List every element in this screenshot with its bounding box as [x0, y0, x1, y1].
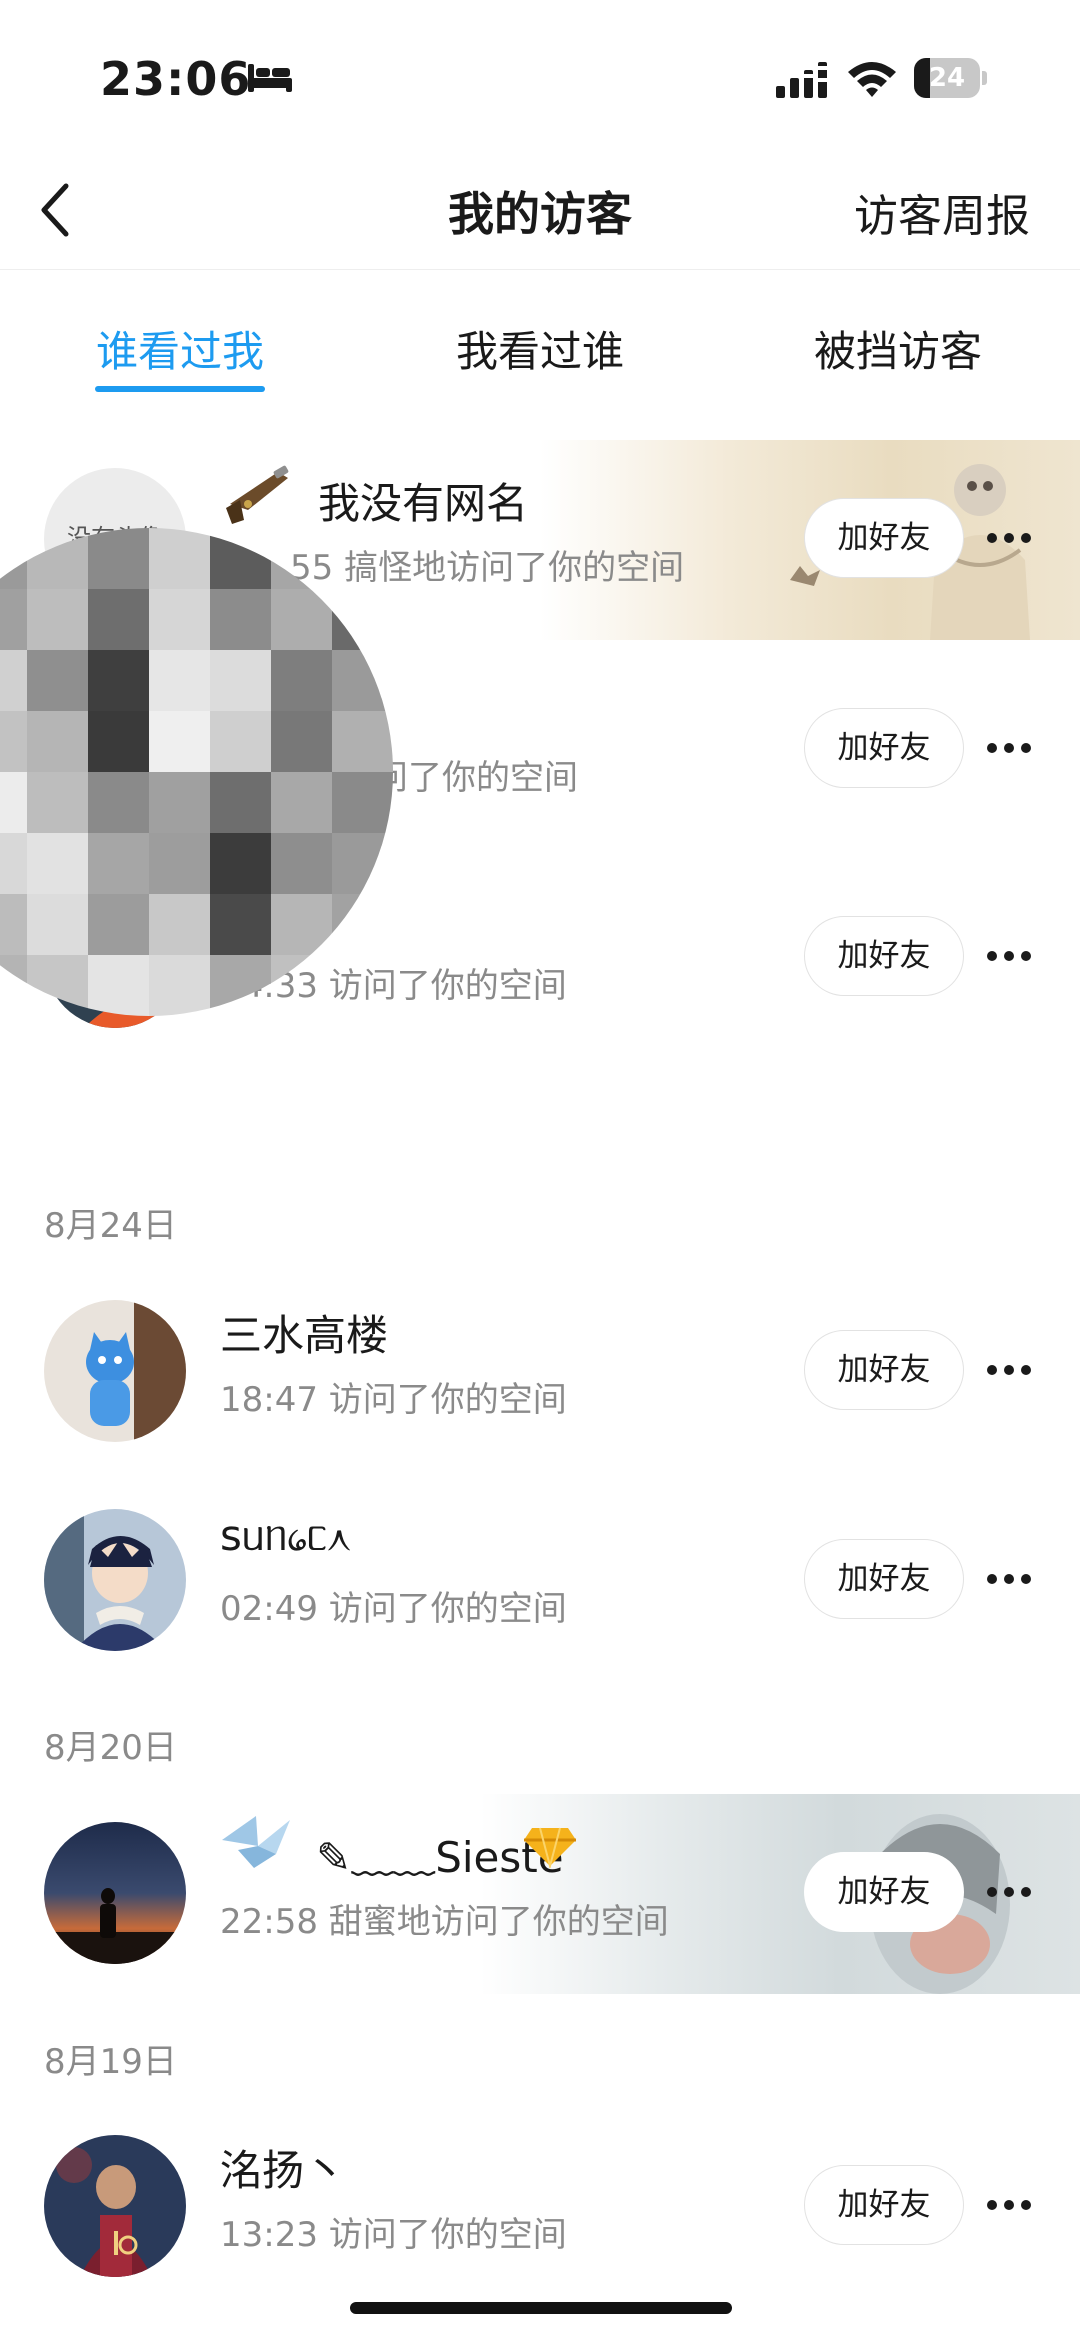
ellipsis-icon[interactable]: [986, 1886, 1032, 1898]
avatar[interactable]: [44, 1822, 186, 1964]
list-item[interactable]: 洺扬丶 13:23 访问了你的空间 加好友: [0, 2097, 1080, 2307]
ellipsis-icon[interactable]: [986, 1573, 1032, 1585]
ellipsis-icon[interactable]: [986, 532, 1032, 544]
visitor-name: sᥙᥒ᥀ᥴ᧘: [220, 1511, 351, 1560]
avatar[interactable]: [44, 2135, 186, 2277]
tab-active-indicator: [95, 386, 265, 392]
ellipsis-icon[interactable]: [986, 742, 1032, 754]
visit-detail: 02:49 访问了你的空间: [220, 1589, 567, 1629]
list-item[interactable]: 三水高楼 18:47 访问了你的空间 加好友: [0, 1262, 1080, 1472]
paper-crane-icon: [222, 1816, 290, 1868]
list-item[interactable]: ✎﹏﹏Sieste 22:58 甜蜜地访问了你的空间 加好友: [0, 1784, 1080, 1994]
status-bar: 23:06 24: [0, 0, 1080, 150]
visit-detail: 18:47 访问了你的空间: [220, 1380, 567, 1420]
ellipsis-icon[interactable]: [986, 950, 1032, 962]
battery-level: 24: [928, 63, 966, 93]
tab-blocked-visitors[interactable]: 被挡访客: [778, 318, 1018, 379]
ellipsis-icon[interactable]: [986, 1364, 1032, 1376]
visit-detail: 22:58 甜蜜地访问了你的空间: [220, 1902, 669, 1942]
nav-bar: 我的访客 访客周报: [0, 150, 1080, 270]
home-indicator: [350, 2302, 732, 2314]
add-friend-button[interactable]: 加好友: [804, 498, 964, 578]
privacy-mosaic-overlay: [0, 528, 393, 1016]
date-header: 8月20日: [44, 1728, 177, 1768]
avatar[interactable]: [44, 1300, 186, 1442]
add-friend-button[interactable]: 加好友: [804, 916, 964, 996]
list-item[interactable]: sᥙᥒ᥀ᥴ᧘ 02:49 访问了你的空间 加好友: [0, 1471, 1080, 1681]
tab-who-viewed-me[interactable]: 谁看过我: [60, 318, 300, 379]
avatar[interactable]: [44, 1509, 186, 1651]
ellipsis-icon[interactable]: [986, 2199, 1032, 2211]
date-header: 8月24日: [44, 1206, 177, 1246]
weekly-report-link[interactable]: 访客周报: [854, 180, 1030, 244]
flintlock-pistol-icon: [226, 465, 289, 524]
visitor-name: 洺扬丶: [220, 2146, 347, 2195]
signal-icon: [776, 62, 827, 98]
add-friend-button[interactable]: 加好友: [804, 2165, 964, 2245]
visitor-name: 我没有网名: [318, 479, 529, 528]
visit-detail: 13:23 访问了你的空间: [220, 2215, 567, 2255]
tab-who-i-viewed[interactable]: 我看过谁: [420, 318, 660, 379]
bed-icon: [248, 64, 292, 92]
status-time: 23:06: [100, 52, 252, 106]
add-friend-button[interactable]: 加好友: [804, 1852, 964, 1932]
add-friend-button[interactable]: 加好友: [804, 1330, 964, 1410]
vip-diamond-icon: [524, 1827, 576, 1868]
add-friend-button[interactable]: 加好友: [804, 1539, 964, 1619]
visitor-name: 三水高楼: [220, 1311, 389, 1360]
add-friend-button[interactable]: 加好友: [804, 708, 964, 788]
date-header: 8月19日: [44, 2042, 177, 2082]
wifi-icon: [848, 62, 896, 97]
battery-icon: 24: [914, 58, 987, 98]
tab-bar: 谁看过我 我看过谁 被挡访客: [0, 300, 1080, 400]
